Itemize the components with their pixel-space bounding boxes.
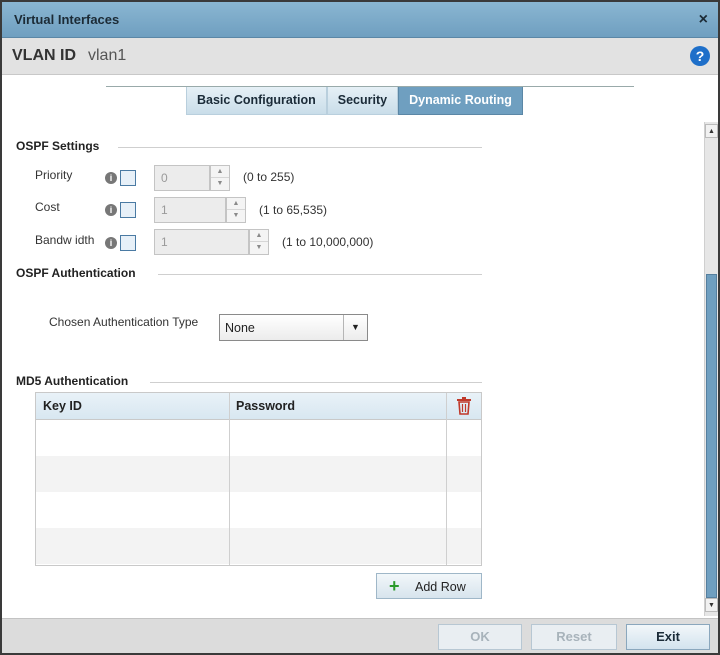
trash-icon[interactable] (456, 397, 472, 415)
vertical-scrollbar[interactable]: ▲ ▼ (704, 122, 718, 616)
section-divider (150, 382, 482, 383)
info-icon: i (105, 204, 117, 216)
bandwidth-stepper: ▲ ▼ (249, 229, 269, 255)
authentication-type-select[interactable]: None ▼ (219, 314, 368, 341)
vlan-header: VLAN ID vlan1 ? (2, 38, 718, 75)
cost-stepper: ▲ ▼ (226, 197, 246, 223)
bandwidth-label: Bandw idth (35, 233, 95, 247)
cost-checkbox[interactable] (120, 202, 136, 218)
stepper-down-icon[interactable]: ▼ (250, 242, 268, 254)
section-divider (118, 147, 482, 148)
tab-basic-configuration[interactable]: Basic Configuration (186, 87, 327, 115)
priority-stepper: ▲ ▼ (210, 165, 230, 191)
table-header: Key ID Password (36, 393, 481, 420)
stepper-up-icon[interactable]: ▲ (211, 166, 229, 178)
key-id-column-header[interactable]: Key ID (43, 399, 82, 413)
priority-input[interactable]: 0 (154, 165, 210, 191)
help-icon[interactable]: ? (690, 46, 710, 66)
stepper-down-icon[interactable]: ▼ (211, 178, 229, 190)
add-row-button[interactable]: + Add Row (376, 573, 482, 599)
md5-key-table: Key ID Password (35, 392, 482, 566)
cost-input[interactable]: 1 (154, 197, 226, 223)
dialog-footer: OK Reset Exit (2, 618, 718, 653)
plus-icon: + (389, 576, 400, 596)
close-icon[interactable]: × (699, 11, 708, 29)
md5-authentication-title: MD5 Authentication (16, 374, 129, 388)
table-row (36, 492, 481, 528)
authentication-type-label: Chosen Authentication Type (49, 315, 199, 329)
vlan-id-label: VLAN ID (12, 47, 76, 64)
chevron-down-icon: ▼ (343, 315, 367, 340)
tab-security[interactable]: Security (326, 87, 399, 115)
cost-range: (1 to 65,535) (259, 203, 328, 217)
cost-label: Cost (35, 200, 60, 214)
scrollbar-thumb[interactable] (706, 274, 717, 598)
column-divider (229, 393, 230, 565)
priority-range: (0 to 255) (243, 170, 295, 184)
dialog-title: Virtual Interfaces (14, 12, 120, 27)
exit-button[interactable]: Exit (626, 624, 710, 650)
virtual-interfaces-dialog: Virtual Interfaces × VLAN ID vlan1 ? Bas… (0, 0, 720, 655)
title-bar: Virtual Interfaces × (2, 2, 718, 38)
bandwidth-range: (1 to 10,000,000) (282, 235, 374, 249)
scroll-up-icon[interactable]: ▲ (705, 124, 718, 138)
add-row-label: Add Row (415, 580, 466, 594)
vlan-id-value: vlan1 (88, 47, 127, 64)
authentication-type-value: None (225, 321, 255, 335)
stepper-up-icon[interactable]: ▲ (250, 230, 268, 242)
section-divider (158, 274, 482, 275)
table-row (36, 456, 481, 492)
scroll-down-icon[interactable]: ▼ (705, 598, 718, 612)
stepper-down-icon[interactable]: ▼ (227, 210, 245, 222)
info-icon: i (105, 237, 117, 249)
password-column-header[interactable]: Password (236, 399, 295, 413)
table-row (36, 420, 481, 456)
dynamic-routing-panel: OSPF Settings Priority i 0 ▲ ▼ (0 to 255… (2, 120, 702, 618)
priority-checkbox[interactable] (120, 170, 136, 186)
ok-button[interactable]: OK (438, 624, 522, 650)
ospf-settings-title: OSPF Settings (16, 139, 100, 153)
priority-label: Priority (35, 168, 73, 182)
bandwidth-checkbox[interactable] (120, 235, 136, 251)
reset-button[interactable]: Reset (531, 624, 617, 650)
tab-bar: Basic Configuration Security Dynamic Rou… (186, 87, 523, 115)
info-icon: i (105, 172, 117, 184)
stepper-up-icon[interactable]: ▲ (227, 198, 245, 210)
column-divider (446, 393, 447, 565)
tab-dynamic-routing[interactable]: Dynamic Routing (398, 87, 523, 115)
table-row (36, 528, 481, 564)
ospf-authentication-title: OSPF Authentication (16, 266, 136, 280)
bandwidth-input[interactable]: 1 (154, 229, 249, 255)
